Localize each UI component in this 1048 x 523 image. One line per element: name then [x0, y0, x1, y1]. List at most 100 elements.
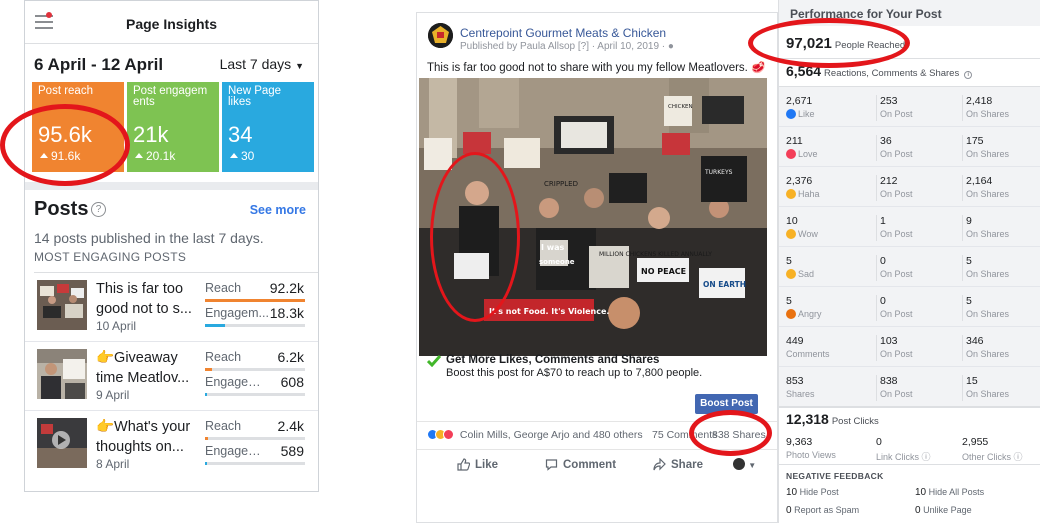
page-logo[interactable]: [428, 23, 453, 48]
sign-text: someone: [539, 258, 575, 266]
row-on-shares: 175 On Shares: [962, 135, 1040, 161]
unlike-page-stat: 0 Unlike Page: [915, 505, 972, 516]
row-total: 5 Sad: [786, 255, 815, 279]
post-text: This is far too good not to share with y…: [427, 62, 766, 74]
reach-value: 92.2k: [269, 280, 304, 296]
row-on-post: 0 On Post: [876, 255, 962, 281]
reach-label: Reach: [205, 419, 242, 433]
breakdown-row: 5 Sad 0 On Post 5 On Shares: [779, 247, 1040, 287]
caret-down-icon: ▼: [748, 461, 757, 470]
tile-value: 34: [228, 122, 253, 147]
info-icon[interactable]: ⓘ: [1014, 452, 1023, 462]
engagement-label: Engagem...: [205, 306, 269, 320]
negative-feedback-heading: NEGATIVE FEEDBACK: [786, 471, 884, 481]
post-clicks: 12,318 Post Clicks: [786, 411, 879, 427]
engagement-value: 18.3k: [269, 305, 304, 321]
help-icon[interactable]: ?: [91, 202, 106, 217]
most-engaging-heading: MOST ENGAGING POSTS: [34, 250, 187, 264]
tile-value: 95.6k: [38, 122, 92, 147]
post-date: 8 April: [96, 457, 130, 471]
thumbs-up-icon: [457, 458, 471, 471]
report-spam-stat: 0 Report as Spam: [786, 505, 860, 516]
post-row[interactable]: 👉What's your thoughts on... 8 April Reach…: [25, 411, 318, 480]
breakdown-row: 2,376 Haha 212 On Post 2,164 On Shares: [779, 167, 1040, 207]
tile-value: 21k: [133, 122, 169, 147]
post-as-selector[interactable]: ▼: [733, 458, 756, 471]
breakdown-row: 449 Comments 103 On Post 346 On Shares: [779, 327, 1040, 367]
period-dropdown[interactable]: Last 7 days ▼: [220, 56, 304, 72]
row-on-post: 36 On Post: [876, 135, 962, 161]
photo-views: 9,363 Photo Views: [786, 436, 836, 460]
share-button[interactable]: Share: [653, 457, 703, 471]
performance-title: Performance for Your Post: [790, 7, 942, 21]
row-on-shares: 2,418 On Shares: [962, 95, 1040, 121]
breakdown-row: 853 Shares 838 On Post 15 On Shares: [779, 367, 1040, 407]
boost-heading: Get More Likes, Comments and Shares: [446, 354, 660, 366]
globe-icon: ●: [667, 41, 674, 52]
link-clicks: 0 Link Clicks ⓘ: [876, 436, 931, 462]
reach-bar: [205, 368, 305, 371]
row-total: 853 Shares: [786, 375, 815, 399]
row-total: 5 Angry: [786, 295, 822, 319]
row-on-shares: 9 On Shares: [962, 215, 1040, 241]
row-total: 2,671 Like: [786, 95, 815, 119]
summary-tiles: Post reach 95.6k 91.6k Post engagements …: [25, 82, 318, 182]
row-on-shares: 15 On Shares: [962, 375, 1040, 401]
info-icon[interactable]: ⓘ: [922, 452, 931, 462]
post-actions: Like Comment Share ▼: [417, 449, 777, 479]
boost-post-button[interactable]: Boost Post: [695, 394, 758, 414]
shares-count[interactable]: 838 Shares: [712, 429, 766, 441]
info-icon[interactable]: i: [964, 71, 973, 79]
row-on-post: 0 On Post: [876, 295, 962, 321]
engagement-value: 589: [280, 443, 304, 459]
post-thumbnail: [37, 418, 87, 468]
row-total: 449 Comments: [786, 335, 830, 359]
page-insights-panel: Page Insights 6 April - 12 April Last 7 …: [24, 0, 319, 492]
comment-button[interactable]: Comment: [545, 458, 616, 471]
haha-icon: [786, 189, 796, 199]
tile-previous: 91.6k: [40, 149, 80, 163]
breakdown-row: 211 Love 36 On Post 175 On Shares: [779, 127, 1040, 167]
row-on-post: 212 On Post: [876, 175, 962, 201]
post-date: 9 April: [96, 388, 130, 402]
reach-label: Reach: [205, 350, 242, 364]
sign-text: CHICKEN: [668, 104, 693, 110]
post-row[interactable]: This is far too good not to s... 10 April…: [25, 273, 318, 342]
people-reached: 97,021 People Reached: [786, 35, 906, 52]
sad-icon: [786, 269, 796, 279]
like-button[interactable]: Like: [457, 458, 498, 471]
breakdown-row: 10 Wow 1 On Post 9 On Shares: [779, 207, 1040, 247]
tile-post-reach[interactable]: Post reach 95.6k 91.6k: [32, 82, 124, 172]
see-more-link[interactable]: See more: [250, 203, 306, 217]
engagement-value: 608: [280, 374, 304, 390]
sign-text: TURKEYS: [704, 169, 733, 176]
tile-label: Post reach: [38, 85, 93, 97]
row-total: 2,376 Haha: [786, 175, 820, 199]
post-photo[interactable]: CRIPPLED MILLION CHICKENS KILLED ANNUALL…: [419, 78, 767, 356]
sign-text: NO PEACE: [641, 267, 686, 276]
tile-label: New Page likes: [228, 85, 282, 108]
reaction-summary[interactable]: Colin Mills, George Arjo and 480 others: [427, 429, 643, 441]
date-range-row: 6 April - 12 April Last 7 days ▼: [25, 44, 318, 82]
tile-post-engagements[interactable]: Post engagements 21k 20.1k: [127, 82, 219, 172]
like-icon: [786, 109, 796, 119]
post-title: This is far too good not to s...: [96, 281, 192, 317]
post-row[interactable]: 👉Giveaway time Meatlov... 9 April Reach 6…: [25, 342, 318, 411]
post-date: 10 April: [96, 319, 137, 333]
other-clicks: 2,955 Other Clicks ⓘ: [962, 436, 1023, 462]
tile-new-page-likes[interactable]: New Page likes 34 30: [222, 82, 314, 172]
post-title: 👉What's your thoughts on...: [96, 419, 191, 455]
row-total: 211 Love: [786, 135, 818, 159]
sign-text: CRIPPLED: [544, 180, 578, 188]
post-meta: Published by Paula Allsop [?] · April 10…: [460, 41, 674, 52]
row-on-shares: 5 On Shares: [962, 255, 1040, 281]
posts-header: Posts ? See more 14 posts published in t…: [25, 190, 318, 250]
comments-count[interactable]: 75 Comments: [652, 429, 717, 441]
sign-text: MILLION CHICKENS KILLED ANNUALLY: [599, 251, 712, 258]
page-name-link[interactable]: Centrepoint Gourmet Meats & Chicken: [460, 26, 666, 40]
sign-text: ON EARTH: [703, 280, 746, 289]
date-range: 6 April - 12 April: [34, 55, 164, 74]
post-title: 👉Giveaway time Meatlov...: [96, 350, 190, 386]
row-on-shares: 2,164 On Shares: [962, 175, 1040, 201]
negative-feedback: NEGATIVE FEEDBACK 10 Hide Post 10 Hide A…: [779, 464, 1040, 523]
